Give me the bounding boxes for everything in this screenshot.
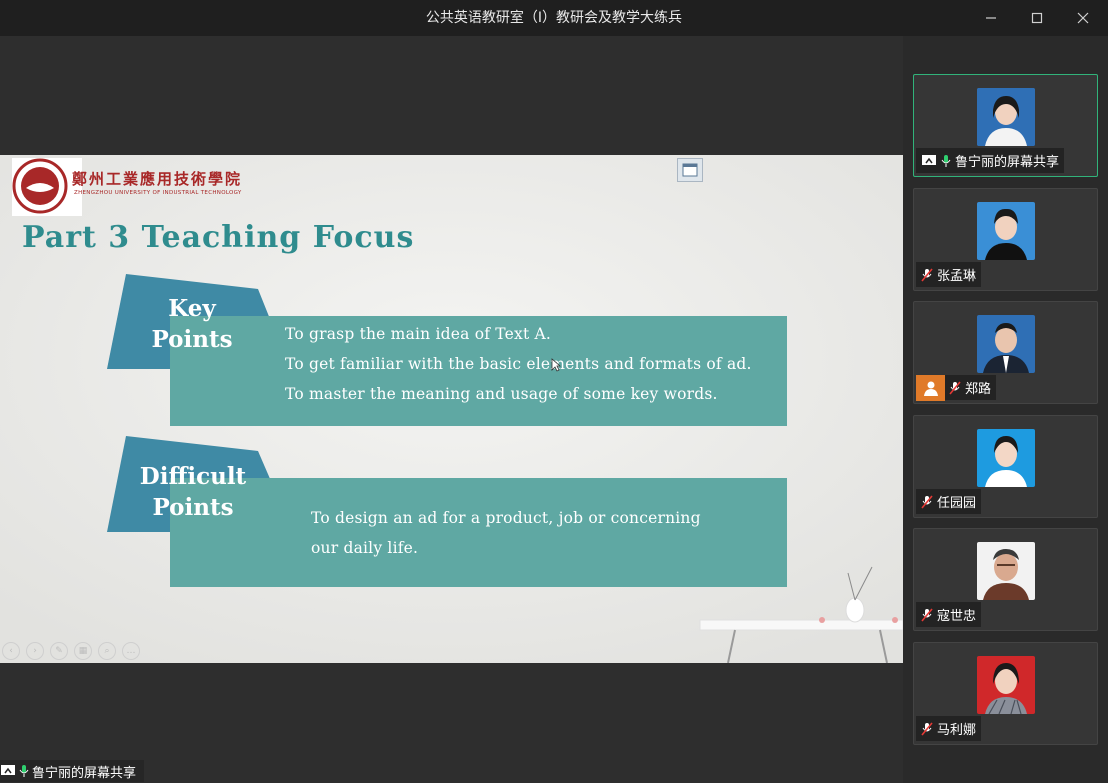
mouse-cursor-icon bbox=[551, 358, 561, 372]
maximize-button[interactable] bbox=[1014, 0, 1060, 36]
title-bar: 公共英语教研室（I）教研会及教学大练兵 bbox=[0, 0, 1108, 36]
maximize-icon bbox=[1031, 12, 1043, 24]
participant-label: 张孟琳 bbox=[916, 262, 982, 287]
pen-tool-button[interactable]: ✎ bbox=[50, 642, 68, 660]
screen-share-icon bbox=[922, 154, 936, 165]
participant-tile[interactable]: 张孟琳 bbox=[913, 188, 1098, 291]
avatar bbox=[977, 315, 1035, 373]
difficult-points-list: To design an ad for a product, job or co… bbox=[311, 503, 701, 563]
microphone-muted-icon bbox=[949, 380, 961, 395]
window-icon bbox=[682, 163, 698, 177]
minimize-button[interactable] bbox=[968, 0, 1014, 36]
screen-share-label: 鲁宁丽的屏幕共享 bbox=[0, 760, 145, 782]
participant-label: 寇世忠 bbox=[916, 602, 982, 627]
participant-tile[interactable]: 任园园 bbox=[913, 415, 1098, 518]
school-name-english: ZHENGZHOU UNIVERSITY OF INDUSTRIAL TECHN… bbox=[74, 190, 242, 196]
list-item: To get familiar with the basic elements … bbox=[285, 355, 752, 373]
list-item: To design an ad for a product, job or co… bbox=[311, 509, 701, 527]
minimize-icon bbox=[986, 17, 996, 19]
participant-tile[interactable]: 郑路 bbox=[913, 301, 1098, 404]
difficult-points-label: Difficult Points bbox=[139, 463, 247, 521]
window-title: 公共英语教研室（I）教研会及教学大练兵 bbox=[425, 10, 683, 26]
close-button[interactable] bbox=[1060, 0, 1106, 36]
next-slide-button[interactable]: › bbox=[26, 642, 44, 660]
participant-label: 马利娜 bbox=[916, 716, 982, 741]
list-item: To grasp the main idea of Text A. bbox=[285, 325, 552, 343]
list-item: To master the meaning and usage of some … bbox=[285, 385, 718, 403]
share-label-text: 鲁宁丽的屏幕共享 bbox=[32, 765, 137, 781]
microphone-muted-icon bbox=[921, 607, 933, 622]
meeting-window: 公共英语教研室（I）教研会及教学大练兵 鄭州工業應用技術學院 ZHENGZHOU… bbox=[0, 0, 1108, 783]
participant-tile[interactable]: 寇世忠 bbox=[913, 528, 1098, 631]
avatar bbox=[977, 88, 1035, 146]
avatar bbox=[977, 202, 1035, 260]
more-options-button[interactable]: … bbox=[122, 642, 140, 660]
microphone-icon bbox=[19, 765, 29, 777]
participant-label: 任园园 bbox=[916, 489, 982, 514]
school-name: 鄭州工業應用技術學院 bbox=[72, 170, 243, 188]
avatar bbox=[977, 429, 1035, 487]
close-icon bbox=[1077, 12, 1089, 24]
key-points-list: To grasp the main idea of Text A. To get… bbox=[285, 319, 752, 409]
microphone-muted-icon bbox=[921, 721, 933, 736]
host-user-icon bbox=[916, 374, 945, 401]
zoom-button[interactable]: ⌕ bbox=[98, 642, 116, 660]
participant-label: 鲁宁丽的屏幕共享 bbox=[916, 148, 1065, 173]
slide-embedded-icon bbox=[677, 158, 703, 182]
avatar bbox=[977, 656, 1035, 714]
prev-slide-button[interactable]: ‹ bbox=[2, 642, 20, 660]
slides-grid-button[interactable]: ▦ bbox=[74, 642, 92, 660]
screen-share-icon bbox=[1, 765, 15, 775]
slide-nav-controls: ‹ › ✎ ▦ ⌕ … bbox=[2, 642, 140, 660]
participant-tile[interactable]: 马利娜 bbox=[913, 642, 1098, 745]
microphone-icon bbox=[941, 154, 951, 167]
participant-tile[interactable]: 鲁宁丽的屏幕共享 bbox=[913, 74, 1098, 177]
slide-title: Part 3 Teaching Focus bbox=[22, 220, 415, 255]
microphone-muted-icon bbox=[921, 267, 933, 282]
microphone-muted-icon bbox=[921, 494, 933, 509]
key-points-label: Key Points bbox=[151, 295, 233, 353]
list-item: our daily life. bbox=[311, 539, 419, 557]
avatar bbox=[977, 542, 1035, 600]
participant-label: 郑路 bbox=[916, 374, 997, 401]
table-top-decoration bbox=[699, 619, 903, 631]
